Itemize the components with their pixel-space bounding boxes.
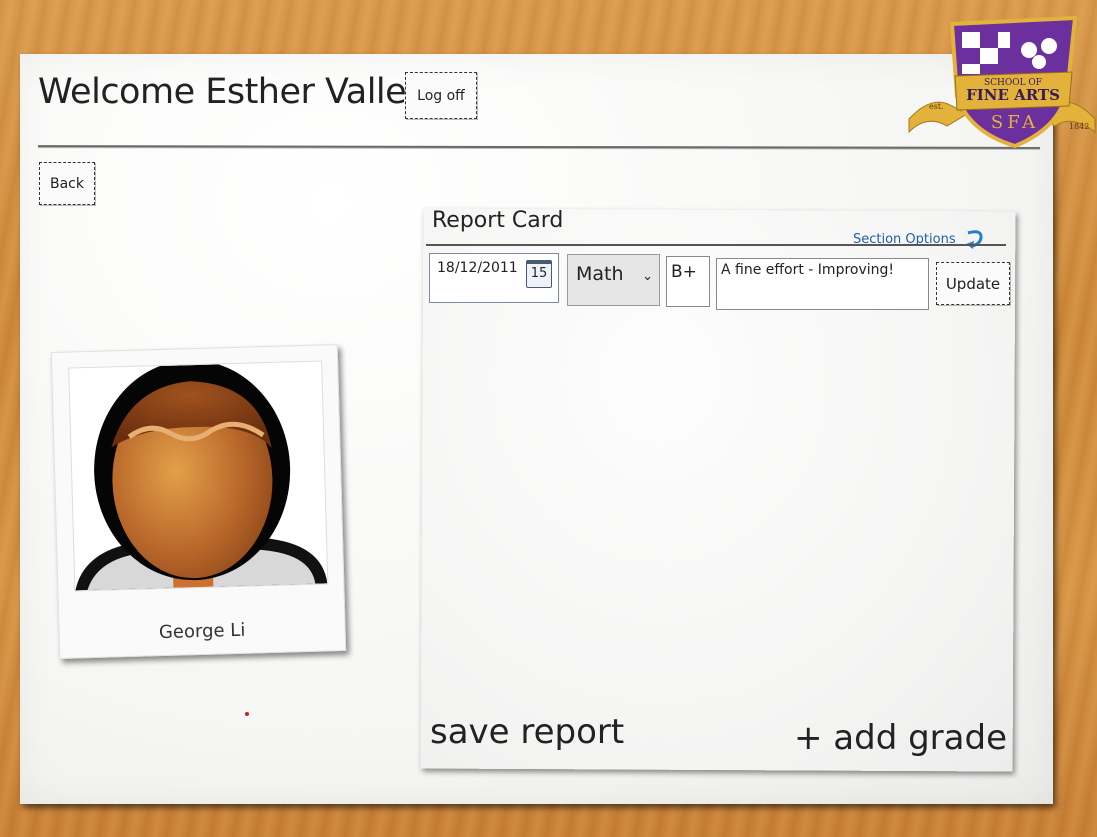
student-avatar-icon xyxy=(68,360,329,592)
school-crest-logo: SCHOOL OF FINE ARTS SFA est. 1842 xyxy=(908,15,1096,149)
back-button[interactable]: Back xyxy=(39,162,95,205)
log-off-button[interactable]: Log off xyxy=(405,72,477,119)
student-photo-card: George Li xyxy=(50,344,347,659)
date-value: 18/12/2011 xyxy=(437,260,518,276)
calendar-icon[interactable]: 15 xyxy=(526,260,552,288)
save-report-button[interactable]: save report xyxy=(430,712,624,752)
subject-select[interactable]: Math ⌄ xyxy=(567,254,660,306)
curved-arrow-icon xyxy=(965,230,983,249)
report-card-divider xyxy=(426,244,1006,246)
comment-value: A fine effort - Improving! xyxy=(721,262,895,278)
section-options-link[interactable]: Section Options xyxy=(853,229,986,249)
grade-value: B+ xyxy=(671,262,697,282)
welcome-heading: Welcome Esther Valle! xyxy=(38,72,420,112)
report-card-title: Report Card xyxy=(432,208,564,233)
logo-initials: SFA xyxy=(991,112,1039,133)
chevron-down-icon: ⌄ xyxy=(642,269,653,284)
logo-line2: FINE ARTS xyxy=(966,86,1060,104)
logo-est: est. xyxy=(929,102,944,111)
student-name: George Li xyxy=(158,619,246,644)
update-button[interactable]: Update xyxy=(936,262,1010,305)
add-grade-button[interactable]: + add grade xyxy=(794,718,1007,758)
cursor-dot xyxy=(245,712,249,716)
logo-year: 1842 xyxy=(1069,122,1089,131)
comment-input[interactable]: A fine effort - Improving! xyxy=(716,258,929,310)
subject-value: Math xyxy=(576,263,624,285)
grade-input[interactable]: B+ xyxy=(666,256,710,307)
